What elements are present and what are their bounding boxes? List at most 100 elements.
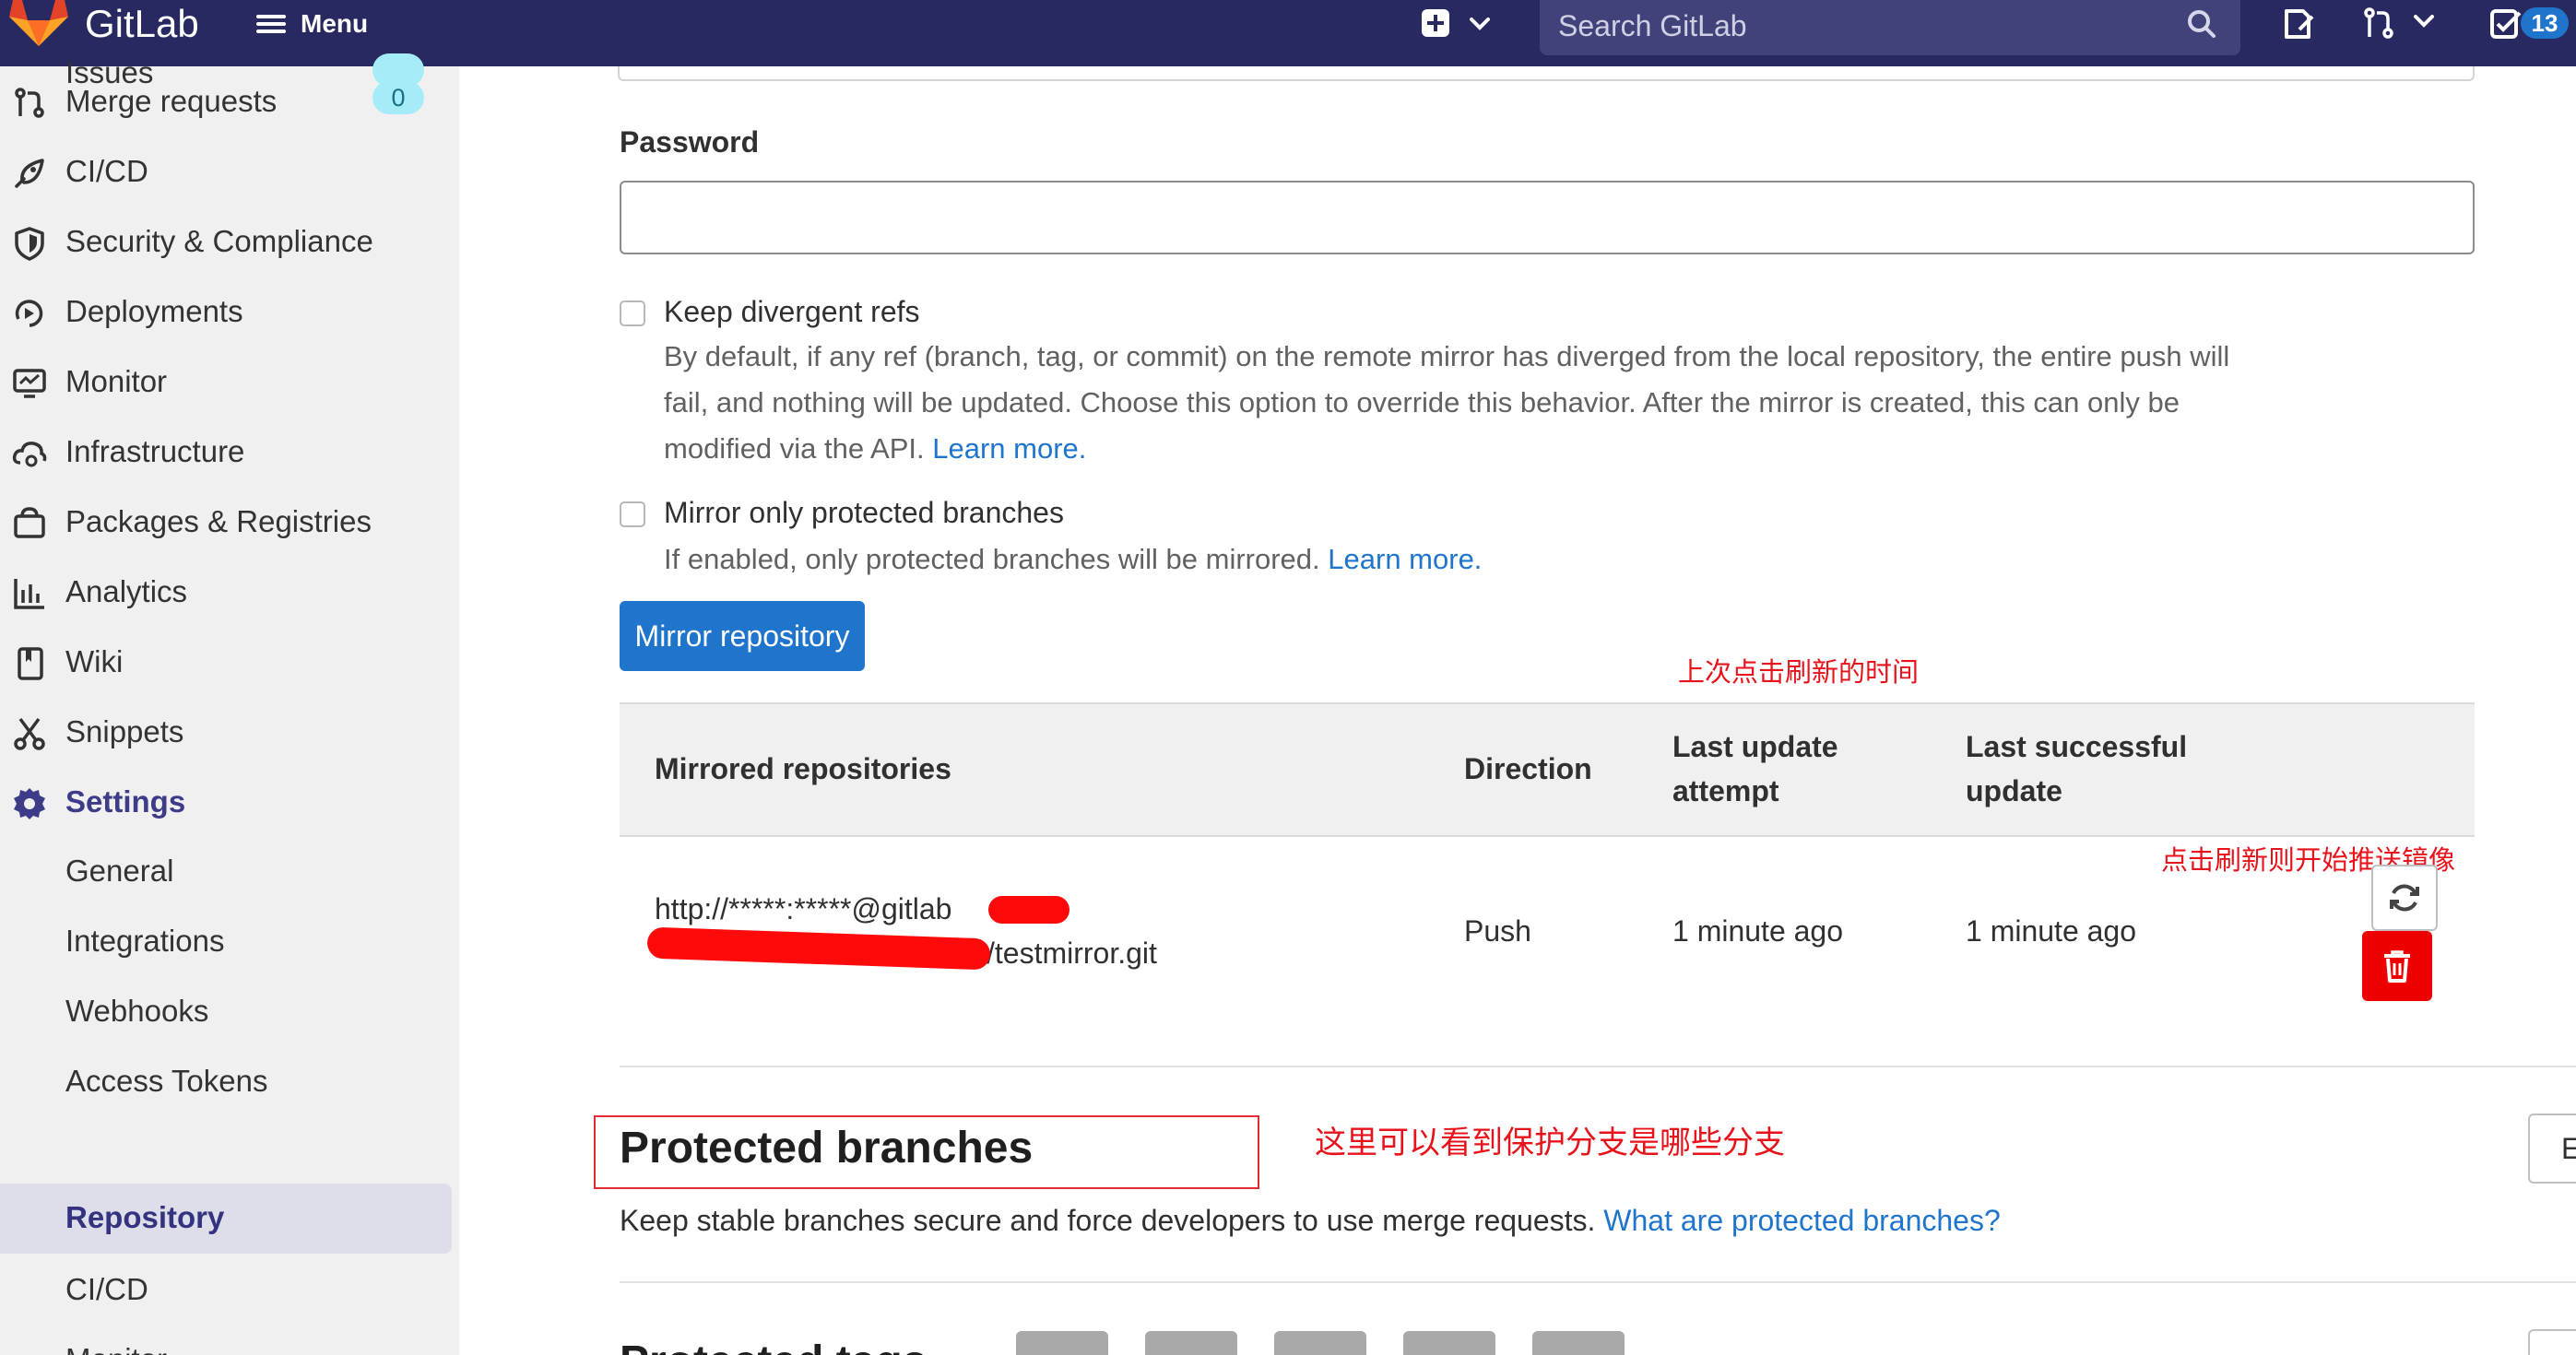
cloud-gear-icon [12,442,47,467]
keep-divergent-refs-checkbox[interactable] [620,300,645,326]
sidebar-subitem-label: CI/CD [65,1272,148,1306]
chevron-down-icon[interactable] [2412,11,2436,29]
todo-check-icon[interactable] [2489,6,2523,42]
expand-button-label: E [2561,1132,2576,1165]
mirror-url-line: http://*****:*****@gitlab [655,892,952,925]
sidebar-subitem-access-tokens[interactable]: Access Tokens [0,1047,452,1117]
password-label: Password [620,125,760,159]
sidebar-item-settings[interactable]: Settings [0,767,459,837]
floating-toolbar-button[interactable] [1016,1331,1108,1355]
help-line-text: If enabled, only protected branches will… [664,543,1320,575]
sidebar-item-analytics[interactable]: Analytics [0,557,459,627]
sidebar-item-security[interactable]: Security & Compliance [0,206,459,277]
sidebar-subitem-label: Access Tokens [65,1064,268,1098]
sidebar-item-monitor[interactable]: Monitor [0,347,459,417]
todo-count-badge[interactable]: 13 [2521,7,2569,39]
header-line: attempt [1672,774,1779,807]
sidebar-item-label: CI/CD [65,154,148,188]
trash-icon [2384,950,2410,983]
scissors-icon [14,717,45,750]
header-line: Last update [1672,730,1838,763]
sidebar-subitem-repository[interactable]: Repository [0,1184,452,1254]
what-are-protected-branches-link[interactable]: What are protected branches? [1603,1204,2000,1237]
mirror-protected-only-checkbox[interactable] [620,501,645,527]
search-icon[interactable] [2185,7,2218,41]
password-input[interactable] [620,181,2475,254]
section-divider [620,1066,2576,1067]
sidebar-item-snippets[interactable]: Snippets [0,697,459,767]
sidebar-item-label: Snippets [65,714,184,748]
previous-field-bottom-edge [618,66,2475,81]
floating-toolbar-button[interactable] [1145,1331,1237,1355]
new-item-dropdown[interactable] [1420,7,1492,39]
sidebar-item-label: Monitor [65,364,168,398]
sidebar-subitem-label: Repository [65,1200,225,1234]
help-line: modified via the API. Learn more. [664,426,2229,472]
book-icon [18,647,43,680]
package-icon [14,507,45,538]
search-input[interactable] [1558,7,2167,44]
description-text: Keep stable branches secure and force de… [620,1204,1596,1237]
protected-tags-expand-button[interactable] [2528,1329,2576,1355]
mirror-protected-only-help: If enabled, only protected branches will… [664,536,1482,583]
sidebar-subitem-label: Integrations [65,924,225,958]
shield-icon [15,227,44,261]
protected-branches-description: Keep stable branches secure and force de… [620,1204,2001,1238]
mirror-protected-only-label[interactable]: Mirror only protected branches [664,496,1064,530]
protected-tags-title: Protected tags [620,1335,927,1355]
main-content: Password Keep divergent refs By default,… [459,66,2576,1355]
sidebar-item-infrastructure[interactable]: Infrastructure [0,417,459,487]
sidebar-subitem-label: General [65,854,174,888]
header-line: Last successful [1966,730,2188,763]
sidebar-item-deployments[interactable]: Deployments [0,277,459,347]
search-box[interactable] [1540,0,2240,55]
sidebar-subitem-webhooks[interactable]: Webhooks [0,977,452,1047]
sidebar-item-label: Wiki [65,644,124,678]
mirror-repository-button[interactable]: Mirror repository [620,601,865,671]
sidebar-subitem-monitor[interactable]: Monitor [0,1326,452,1355]
header-mirrored-repositories: Mirrored repositories [655,752,951,785]
sidebar-item-label: Merge requests [65,84,278,118]
sidebar-item-label: Infrastructure [65,434,245,468]
issues-nav-icon[interactable] [2281,6,2318,42]
sidebar-item-cicd[interactable]: CI/CD [0,136,459,206]
header-last-update-attempt: Last update attempt [1672,725,1838,813]
sidebar-item-label: Analytics [65,574,188,608]
annotation-protected-hint: 这里可以看到保护分支是哪些分支 [1315,1125,1785,1161]
sidebar-subitem-general[interactable]: General [0,837,452,907]
annotation-last-attempt: 上次点击刷新的时间 [1678,658,1920,688]
sidebar-item-packages[interactable]: Packages & Registries [0,487,459,557]
sidebar-item-label: Settings [65,784,186,819]
gear-icon [14,788,45,819]
section-divider [620,1281,2576,1283]
remove-mirror-button[interactable] [2362,931,2432,1001]
keep-divergent-refs-label[interactable]: Keep divergent refs [664,295,920,329]
mirror-last-success: 1 minute ago [1966,914,2137,948]
chevron-down-icon [1470,18,1490,30]
sidebar-item-wiki[interactable]: Wiki [0,627,459,697]
learn-more-link[interactable]: Learn more. [932,432,1086,465]
protected-branches-expand-button[interactable]: E [2528,1113,2576,1184]
mirrors-table-header: Mirrored repositories Direction Last upd… [620,702,2475,837]
floating-toolbar-button[interactable] [1403,1331,1495,1355]
floating-toolbar-button[interactable] [1274,1331,1366,1355]
mirror-last-attempt: 1 minute ago [1672,914,1844,948]
learn-more-link[interactable]: Learn more. [1328,543,1482,575]
floating-toolbar-button[interactable] [1532,1331,1625,1355]
merge-request-nav-icon[interactable] [2360,6,2397,42]
sidebar-subitem-integrations[interactable]: Integrations [0,907,452,977]
sidebar-item-merge-requests[interactable]: Merge requests 0 [0,66,459,136]
protected-branches-title: Protected branches [620,1124,1034,1172]
sidebar-item-label: Security & Compliance [65,224,373,258]
help-line: fail, and nothing will be updated. Choos… [664,386,2180,418]
chart-icon [14,579,44,609]
sidebar-subitem-label: Webhooks [65,994,209,1028]
deployments-icon [15,300,43,327]
update-now-button[interactable] [2371,865,2438,931]
redaction-mark [988,896,1069,924]
header-direction: Direction [1464,752,1592,785]
mirror-url-visible: /testmirror.git [987,937,1157,970]
header-last-successful-update: Last successful update [1966,725,2187,813]
sidebar-subitem-cicd[interactable]: CI/CD [0,1255,452,1326]
header-line: update [1966,774,2062,807]
